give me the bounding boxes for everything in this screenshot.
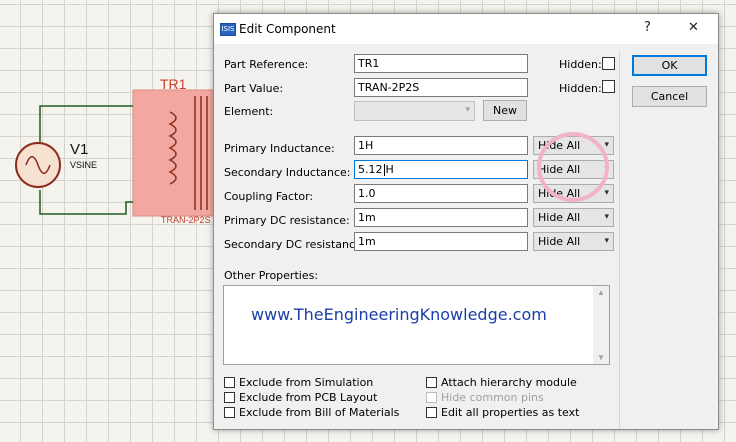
element-label: Element: — [224, 105, 274, 118]
dialog-title: Edit Component — [239, 22, 336, 36]
scroll-down-icon[interactable]: ▼ — [597, 353, 605, 362]
secondary-dc-resistance-label: Secondary DC resistance: — [224, 238, 366, 251]
part-reference-label: Part Reference: — [224, 58, 309, 71]
vertical-divider — [619, 51, 620, 429]
exclude-pcb-label: Exclude from PCB Layout — [239, 391, 378, 404]
select-value: Hide All — [538, 211, 581, 224]
exclude-bom-checkbox[interactable] — [224, 407, 235, 418]
secondary-inductance-label: Secondary Inductance: — [224, 166, 351, 179]
other-properties-label: Other Properties: — [224, 269, 319, 282]
hidden-label: Hidden: — [559, 58, 602, 71]
secondary-inductance-value: 5.12 — [358, 163, 383, 176]
edit-all-text-checkbox[interactable] — [426, 407, 437, 418]
transformer-ref-label: TR1 — [160, 76, 187, 92]
hide-common-pins-checkbox[interactable] — [426, 392, 437, 403]
secondary-dc-resistance-input[interactable]: 1m — [354, 232, 528, 251]
part-value-label: Part Value: — [224, 82, 284, 95]
close-icon[interactable]: ✕ — [688, 20, 699, 35]
attach-hierarchy-checkbox[interactable] — [426, 377, 437, 388]
primary-dc-resistance-label: Primary DC resistance: — [224, 214, 350, 227]
select-value: Hide All — [538, 235, 581, 248]
transformer-body[interactable] — [132, 89, 218, 217]
element-select[interactable]: ▾ — [354, 101, 475, 121]
secondary-inductance-input[interactable]: 5.12 H — [354, 160, 528, 179]
part-reference-input[interactable]: TR1 — [354, 54, 528, 73]
secondary-inductance-unit: H — [385, 163, 394, 176]
primary-dc-resistance-input[interactable]: 1m — [354, 208, 528, 227]
other-properties-textarea[interactable]: www.TheEngineeringKnowledge.com ▲ ▼ — [223, 285, 610, 365]
part-value-hidden-checkbox[interactable] — [602, 80, 615, 93]
chevron-down-icon: ▾ — [604, 236, 609, 246]
scroll-up-icon[interactable]: ▲ — [597, 288, 605, 297]
coupling-factor-input[interactable]: 1.0 — [354, 184, 528, 203]
edit-component-dialog: ISIS Edit Component ? ✕ Part Reference: … — [213, 13, 719, 430]
text-caret — [383, 164, 385, 176]
part-reference-hidden-checkbox[interactable] — [602, 57, 615, 70]
new-button[interactable]: New — [483, 100, 527, 121]
highlight-circle — [537, 132, 609, 202]
primary-dc-visibility-select[interactable]: Hide All ▾ — [533, 208, 614, 227]
attach-hierarchy-label: Attach hierarchy module — [441, 376, 577, 389]
help-icon[interactable]: ? — [644, 20, 651, 35]
transformer-type-label: TRAN-2P2S — [161, 215, 211, 225]
exclude-pcb-checkbox[interactable] — [224, 392, 235, 403]
exclude-bom-label: Exclude from Bill of Materials — [239, 406, 400, 419]
source-type-label: VSINE — [70, 160, 98, 170]
textarea-scrollbar[interactable]: ▲ ▼ — [593, 286, 609, 364]
exclude-simulation-checkbox[interactable] — [224, 377, 235, 388]
chevron-down-icon: ▾ — [465, 105, 470, 115]
coupling-factor-label: Coupling Factor: — [224, 190, 314, 203]
primary-inductance-input[interactable]: 1H — [354, 136, 528, 155]
ok-button[interactable]: OK — [632, 55, 707, 76]
primary-inductance-label: Primary Inductance: — [224, 142, 335, 155]
cancel-button[interactable]: Cancel — [632, 86, 707, 107]
wire-bottom — [39, 190, 133, 215]
hidden-label: Hidden: — [559, 82, 602, 95]
title-bar[interactable]: ISIS Edit Component ? ✕ — [214, 14, 718, 44]
source-ref-label: V1 — [70, 141, 89, 158]
chevron-down-icon: ▾ — [604, 212, 609, 222]
exclude-simulation-label: Exclude from Simulation — [239, 376, 374, 389]
other-properties-text: www.TheEngineeringKnowledge.com — [251, 305, 547, 324]
app-icon: ISIS — [220, 23, 236, 36]
chevron-down-icon: ▾ — [604, 188, 609, 198]
part-value-input[interactable]: TRAN-2P2S — [354, 78, 528, 97]
wire-top — [39, 105, 133, 142]
edit-all-text-label: Edit all properties as text — [441, 406, 580, 419]
hide-common-pins-label: Hide common pins — [441, 391, 544, 404]
secondary-dc-visibility-select[interactable]: Hide All ▾ — [533, 232, 614, 251]
